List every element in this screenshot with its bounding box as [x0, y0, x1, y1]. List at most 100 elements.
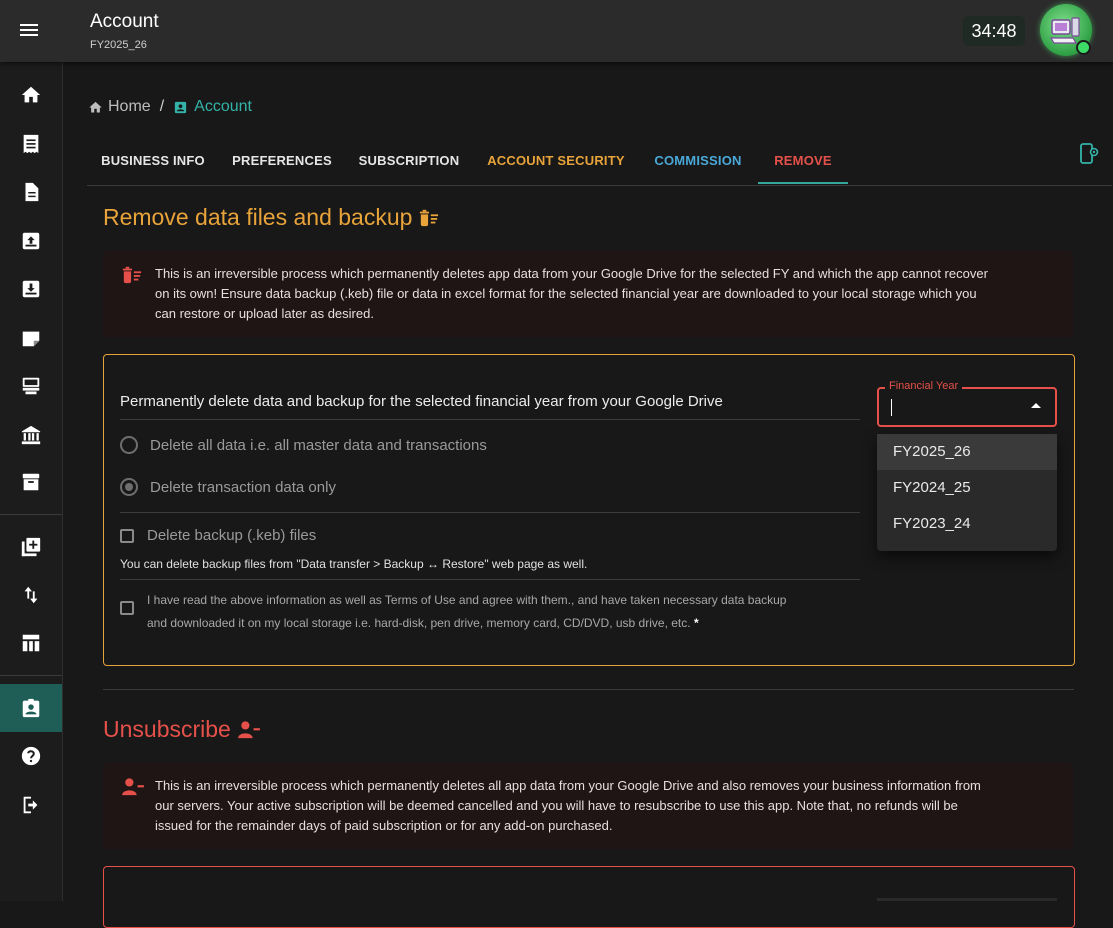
table-icon	[22, 634, 40, 652]
financial-year-dropdown: FY2025_26 FY2024_25 FY2023_24	[877, 434, 1057, 551]
note-icon	[22, 331, 40, 347]
remove-warning-alert: This is an irreversible process which pe…	[103, 251, 1073, 337]
breadcrumb-separator: /	[159, 98, 165, 115]
section-divider	[103, 689, 1074, 690]
app-bar: Account FY2025_26 34:48	[0, 0, 1113, 62]
page-subtitle: FY2025_26	[90, 39, 147, 51]
sidebar-item-bank[interactable]	[0, 411, 62, 459]
logout-icon	[23, 796, 38, 814]
page-title: Account	[90, 11, 159, 32]
avatar[interactable]	[1040, 4, 1092, 56]
sidebar-divider	[0, 514, 62, 515]
breadcrumb-current-label: Account	[194, 98, 252, 115]
unsubscribe-section-title: Unsubscribe	[103, 716, 261, 743]
breadcrumb-current: Account	[173, 98, 252, 116]
agree-terms-text: I have read the above information as wel…	[147, 589, 786, 635]
archive-icon	[22, 473, 40, 491]
backup-hint: You can delete backup files from "Data t…	[120, 557, 588, 571]
required-mark: *	[693, 616, 699, 630]
inbox-upload-icon	[22, 232, 40, 250]
person-remove-icon	[122, 778, 144, 796]
sidebar-item-inward[interactable]	[0, 217, 62, 265]
bank-icon	[21, 425, 41, 445]
delete-sweep-icon	[122, 266, 142, 284]
person-remove-icon	[237, 720, 260, 738]
agree-line: I have read the above information as wel…	[147, 593, 787, 607]
session-timer: 34:48	[963, 16, 1025, 46]
sidebar-item-add-library[interactable]	[0, 523, 62, 571]
tab-account-security[interactable]: ACCOUNT SECURITY	[473, 136, 639, 185]
divider	[120, 579, 860, 580]
menu-icon[interactable]	[18, 21, 40, 39]
radio-button[interactable]	[120, 436, 138, 454]
dropdown-option[interactable]: FY2025_26	[877, 434, 1057, 470]
sidebar-item-table[interactable]	[0, 619, 62, 667]
checkbox-delete-backup[interactable]: Delete backup (.keb) files	[120, 527, 316, 544]
sidebar-item-archive[interactable]	[0, 458, 62, 506]
checkbox-label: Delete backup (.keb) files	[147, 527, 317, 544]
financial-year-select[interactable]	[877, 387, 1057, 427]
sidebar-item-account[interactable]	[0, 684, 62, 732]
agree-line: and downloaded it on my local storage i.…	[147, 616, 691, 630]
radio-label: Delete all data i.e. all master data and…	[150, 436, 487, 454]
financial-year-label: Financial Year	[885, 380, 963, 392]
unsubscribe-warning-alert: This is an irreversible process which pe…	[103, 763, 1073, 849]
checkbox[interactable]	[120, 528, 134, 543]
tab-remove[interactable]: REMOVE	[758, 136, 848, 185]
dropdown-option[interactable]: FY2024_25	[877, 470, 1057, 506]
sidebar-item-notes[interactable]	[0, 314, 62, 362]
point-of-sale-icon	[22, 377, 40, 395]
radio-button[interactable]	[120, 478, 138, 496]
sidebar-item-home[interactable]	[0, 71, 62, 119]
breadcrumb: Home / Account	[88, 98, 252, 116]
text-cursor	[891, 399, 892, 416]
sidebar-item-point-of-sale[interactable]	[0, 362, 62, 410]
tab-business-info[interactable]: BUSINESS INFO	[87, 136, 219, 185]
sidebar-divider	[0, 675, 62, 676]
inbox-download-icon	[22, 280, 40, 298]
unsubscribe-section-title-text: Unsubscribe	[103, 716, 231, 742]
tab-preferences[interactable]: PREFERENCES	[219, 136, 345, 185]
tab-subscription[interactable]: SUBSCRIPTION	[345, 136, 473, 185]
sidebar-item-documents[interactable]	[0, 168, 62, 216]
help-icon	[21, 746, 41, 766]
online-status-dot	[1076, 40, 1091, 55]
tab-commission[interactable]: COMMISSION	[639, 136, 757, 185]
warning-line: This is an irreversible process which pe…	[155, 266, 988, 281]
library-add-icon	[21, 537, 41, 557]
divider	[120, 419, 860, 420]
caret-up-icon[interactable]	[1031, 403, 1041, 408]
document-icon	[25, 182, 39, 202]
mobile-settings-button[interactable]	[1070, 136, 1108, 172]
sidebar-item-outward[interactable]	[0, 265, 62, 313]
remove-warning-text: This is an irreversible process which pe…	[155, 264, 988, 324]
checkbox[interactable]	[120, 601, 134, 615]
receipt-icon	[23, 134, 39, 154]
sidebar-item-help[interactable]	[0, 732, 62, 780]
account-box-icon	[22, 698, 40, 718]
account-box-icon	[175, 101, 187, 113]
unsubscribe-card	[103, 866, 1075, 928]
breadcrumb-home[interactable]: Home	[88, 98, 151, 116]
remove-card-title: Permanently delete data and backup for t…	[120, 393, 723, 410]
sidebar-item-logout[interactable]	[0, 781, 62, 829]
home-icon	[21, 86, 41, 103]
tab-bar: BUSINESS INFO PREFERENCES SUBSCRIPTION A…	[87, 136, 1112, 186]
remove-section-title-text: Remove data files and backup	[103, 204, 413, 230]
warning-line: can restore or upload later as desired.	[155, 306, 374, 321]
delete-sweep-icon	[420, 209, 439, 226]
home-icon	[89, 101, 102, 112]
sidebar	[0, 62, 63, 901]
checkbox-agree-terms[interactable]: I have read the above information as wel…	[120, 589, 786, 635]
mobile-settings-icon	[1080, 143, 1099, 164]
sidebar-item-data-transfer[interactable]	[0, 571, 62, 619]
warning-line: our servers. Your active subscription wi…	[155, 798, 958, 813]
divider	[120, 512, 860, 513]
unsubscribe-warning-text: This is an irreversible process which pe…	[155, 776, 981, 836]
warning-line: issued for the remainder days of paid su…	[155, 818, 613, 833]
sidebar-item-receipt[interactable]	[0, 120, 62, 168]
dropdown-option[interactable]: FY2023_24	[877, 506, 1057, 542]
radio-delete-all-data[interactable]: Delete all data i.e. all master data and…	[120, 436, 487, 454]
radio-label: Delete transaction data only	[150, 478, 336, 496]
radio-delete-transactions[interactable]: Delete transaction data only	[120, 478, 336, 496]
